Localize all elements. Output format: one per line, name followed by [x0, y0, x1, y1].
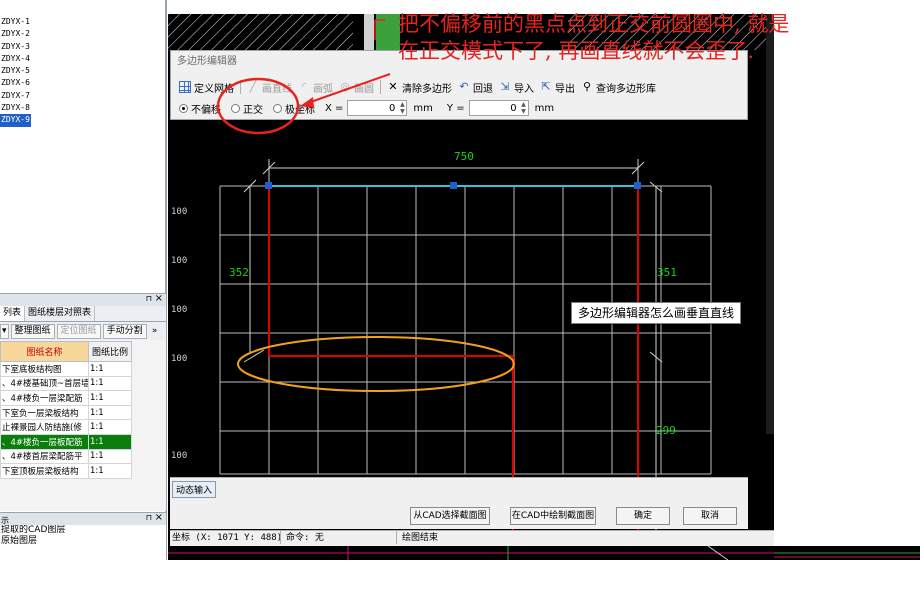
arrow-head-icon [300, 97, 314, 108]
dynamic-input-button[interactable]: 动态输入 [172, 481, 217, 498]
annotation-text: 把不偏移前的黑点点到正交前圆圈中, 就是 在正交模式下了, 再画直线就不会歪了. [398, 11, 789, 65]
annotation-line-2: 在正交模式下了, 再画直线就不会歪了. [398, 39, 755, 63]
status-coords: 坐标 (X: 1071 Y: 488) [172, 533, 283, 543]
pointer-arrow [304, 73, 391, 105]
question-tooltip: 多边形编辑器怎么画垂直直线 [571, 302, 742, 324]
status-separator [396, 531, 397, 544]
status-message: 绘图结束 [402, 533, 439, 543]
highlight-circle [216, 77, 300, 135]
dialog-bottom-area: 动态输入 从CAD选择截面图 在CAD中绘制截面图 确定 取消 [170, 477, 748, 529]
select-section-from-cad-button[interactable]: 从CAD选择截面图 [410, 507, 490, 525]
status-bar: 坐标 (X: 1071 Y: 488) 命令: 无 绘图结束 [170, 530, 774, 546]
status-separator [280, 531, 281, 544]
draw-section-in-cad-button[interactable]: 在CAD中绘制截面图 [510, 507, 596, 525]
cancel-button[interactable]: 取消 [683, 507, 737, 525]
status-command: 命令: 无 [286, 533, 324, 543]
ok-button[interactable]: 确定 [616, 507, 670, 525]
annotation-line-1: 把不偏移前的黑点点到正交前圆圈中, 就是 [398, 12, 790, 36]
